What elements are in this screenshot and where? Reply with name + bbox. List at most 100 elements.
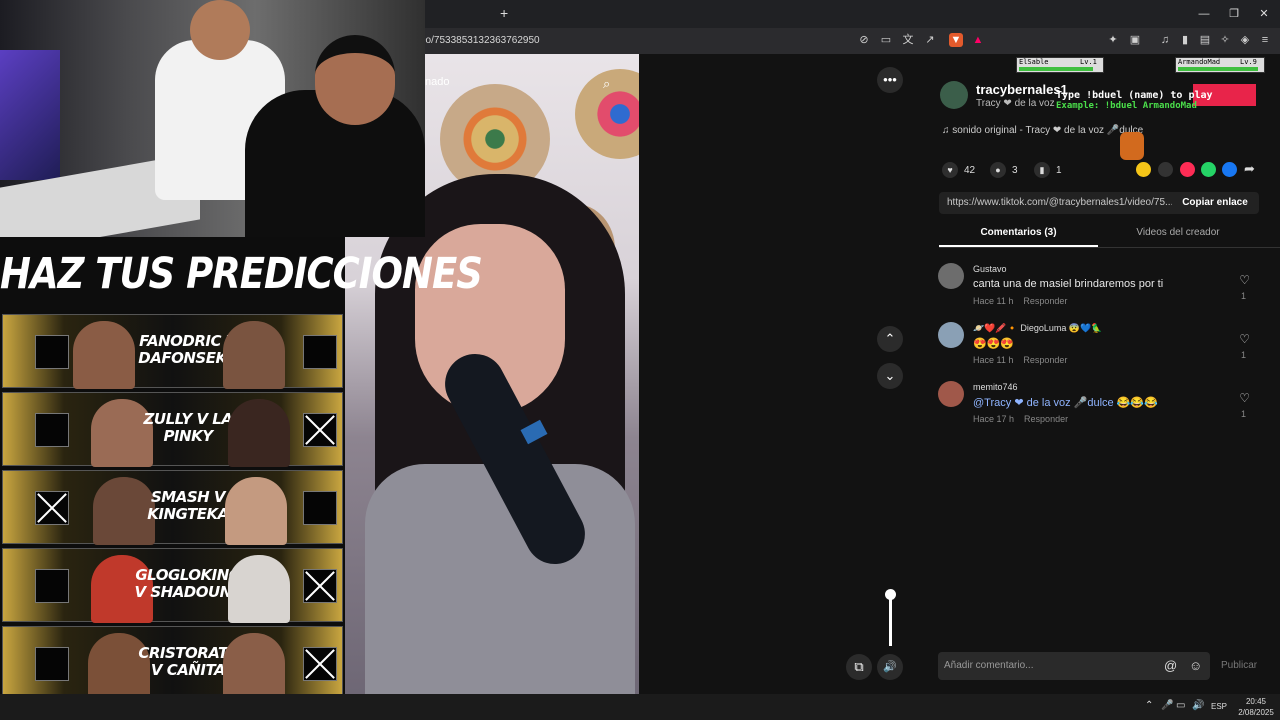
sound-link[interactable]: ♫ sonido original - Tracy ❤ de la voz 🎤d…	[942, 125, 1143, 136]
comment-button[interactable]: ● 3	[990, 162, 1018, 178]
player2-hp-bar	[1178, 67, 1258, 71]
minimize-button[interactable]: —	[1196, 6, 1212, 22]
facebook-icon[interactable]	[1222, 162, 1237, 177]
commenter-avatar[interactable]	[938, 263, 964, 289]
ai-icon[interactable]: ✧	[1218, 33, 1232, 47]
comment-like-icon[interactable]: ♡	[1239, 332, 1250, 346]
cast-icon[interactable]: ▭	[879, 33, 893, 47]
comment-item: 🪐❤️🖍️🔸 DiegoLuma 😨💙🦜 😍😍😍 Hace 11 h Respo…	[938, 322, 1258, 377]
player1-level: Lv.1	[1080, 58, 1097, 66]
comment-author[interactable]: Gustavo	[973, 264, 1007, 274]
comment-time: Hace 17 h	[973, 414, 1015, 424]
duel-example: Example: !bduel ArmandoMad	[1056, 101, 1197, 111]
comment-text: canta una de masiel brindaremos por ti	[973, 278, 1164, 290]
menu-icon[interactable]: ≡	[1258, 33, 1272, 47]
pick-box-right	[303, 491, 337, 525]
pick-box-right-marked	[303, 569, 337, 603]
microphone-icon[interactable]: 🎤	[1161, 700, 1173, 711]
publish-button[interactable]: Publicar	[1221, 660, 1257, 671]
previous-video-button[interactable]: ⌃	[877, 326, 903, 352]
tab-creator-videos[interactable]: Videos del creador	[1098, 227, 1258, 238]
brave-shield-icon[interactable]: ▼	[949, 33, 963, 47]
volume-slider-knob[interactable]	[885, 589, 896, 600]
volume-button[interactable]: 🔊	[877, 654, 903, 680]
comment-meta: Hace 17 h Responder	[973, 414, 1068, 424]
reply-button[interactable]: Responder	[1024, 414, 1068, 424]
match-name: GLOGLOKING V SHADOUNE	[134, 566, 242, 601]
comment-time: Hace 11 h	[973, 355, 1014, 365]
player2-name: ArmandoMad	[1178, 58, 1221, 66]
comment-author[interactable]: 🪐❤️🖍️🔸 DiegoLuma 😨💙🦜	[973, 323, 1102, 334]
like-button[interactable]: ♥ 42	[942, 162, 975, 178]
vpn-icon[interactable]: ◈	[1238, 33, 1252, 47]
comment-author[interactable]: memito746	[973, 382, 1018, 392]
network-icon[interactable]: ▭	[1176, 700, 1185, 711]
wallet-icon[interactable]: ▤	[1198, 33, 1212, 47]
singer-shirt	[365, 464, 635, 694]
tab-comments[interactable]: Comentarios (3)	[939, 227, 1098, 238]
match-card: CRISTORATA V CAÑITA	[2, 626, 343, 701]
copy-link-button[interactable]: Copiar enlace	[1172, 192, 1258, 214]
search-icon[interactable]: ⌕	[603, 76, 610, 92]
reply-button[interactable]: Responder	[1023, 355, 1067, 365]
comment-like-count: 1	[1240, 350, 1246, 360]
creator-nickname: Tracy ❤ de la voz	[976, 98, 1055, 109]
whatsapp-icon[interactable]	[1201, 162, 1216, 177]
emoji-icon[interactable]: ☺	[1189, 658, 1202, 673]
clock-date: 2/08/2025	[1238, 708, 1274, 717]
video-link[interactable]: https://www.tiktok.com/@tracybernales1/v…	[947, 197, 1172, 208]
pick-box-left-marked	[35, 491, 69, 525]
heart-icon: ♥	[942, 162, 958, 178]
mention-icon[interactable]: @	[1164, 658, 1177, 673]
music-icon[interactable]: ♫	[1158, 33, 1172, 47]
comment-like-icon[interactable]: ♡	[1239, 273, 1250, 287]
rewards-icon[interactable]: ▲	[971, 33, 985, 47]
streamer-webcam	[0, 0, 425, 237]
clock[interactable]: 20:45 2/08/2025	[1236, 696, 1276, 718]
match-card: ZULLY V LA PINKY	[2, 392, 343, 467]
emoji-share-icon[interactable]	[1136, 162, 1151, 177]
fighter-photo	[223, 633, 285, 701]
comment-item: memito746 @Tracy ❤ de la voz 🎤dulce 😂😂😂 …	[938, 381, 1258, 436]
fighter-photo	[225, 477, 287, 545]
more-share-icon[interactable]: ➦	[1244, 161, 1255, 177]
comment-item: Gustavo canta una de masiel brindaremos …	[938, 263, 1258, 318]
no-tracking-icon[interactable]: ⊘	[857, 33, 871, 47]
speaker-icon[interactable]: 🔊	[1192, 700, 1204, 711]
extensions-icon[interactable]: ✦	[1106, 33, 1120, 47]
reply-button[interactable]: Responder	[1023, 296, 1067, 306]
send-icon[interactable]	[1180, 162, 1195, 177]
more-options-button[interactable]: •••	[877, 67, 903, 93]
close-button[interactable]: ✕	[1256, 6, 1272, 22]
share-icon[interactable]: ↗	[923, 33, 937, 47]
new-tab-button[interactable]: +	[500, 5, 508, 21]
fighter-photo	[228, 399, 290, 467]
creator-username[interactable]: tracybernales1	[976, 82, 1068, 97]
restore-button[interactable]: ❐	[1226, 6, 1242, 22]
comment-like-icon[interactable]: ♡	[1239, 391, 1250, 405]
next-video-button[interactable]: ⌄	[877, 363, 903, 389]
match-card: FANODRIC V DAFONSEKA	[2, 314, 343, 389]
pick-box-right	[303, 335, 337, 369]
taskbar	[0, 694, 1280, 720]
translate-icon[interactable]: 文	[901, 33, 915, 47]
language-indicator[interactable]: ESP	[1211, 702, 1227, 711]
comment-placeholder: Añadir comentario...	[944, 660, 1034, 671]
creator-avatar[interactable]	[940, 81, 968, 109]
commenter-avatar[interactable]	[938, 381, 964, 407]
reader-icon[interactable]: ▣	[1128, 33, 1142, 47]
pixel-character-icon	[1120, 132, 1144, 160]
save-button[interactable]: ▮ 1	[1034, 162, 1062, 178]
comment-icon: ●	[990, 162, 1006, 178]
sidebar-icon[interactable]: ▮	[1178, 33, 1192, 47]
comment-like-count: 1	[1240, 291, 1246, 301]
person-head	[315, 35, 395, 125]
embed-icon[interactable]	[1158, 162, 1173, 177]
commenter-avatar[interactable]	[938, 322, 964, 348]
picture-in-picture-button[interactable]: ⧉	[846, 654, 872, 680]
bookmark-icon: ▮	[1034, 162, 1050, 178]
tray-chevron-icon[interactable]: ⌃	[1145, 700, 1153, 711]
player2-level: Lv.9	[1240, 58, 1257, 66]
match-card: GLOGLOKING V SHADOUNE	[2, 548, 343, 623]
player1-name: ElSable	[1019, 58, 1049, 66]
